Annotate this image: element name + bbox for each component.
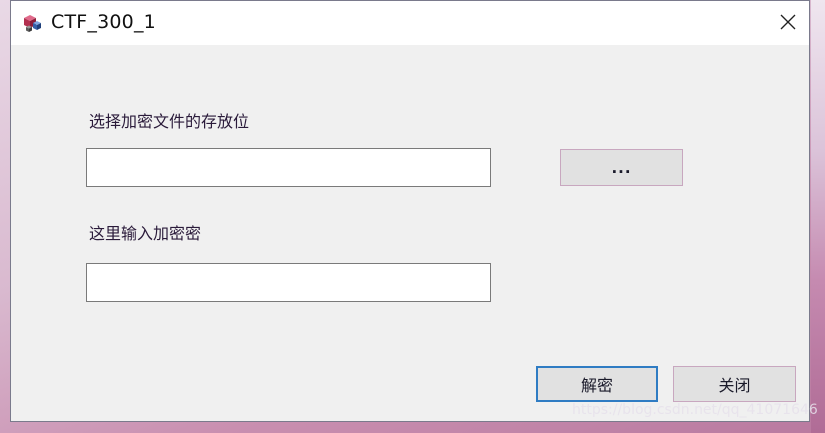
blog-watermark: https://blog.csdn.net/qq_41071646 bbox=[572, 402, 818, 418]
browse-button[interactable]: ... bbox=[560, 149, 683, 186]
key-input[interactable] bbox=[86, 263, 491, 302]
desktop-wallpaper bbox=[811, 0, 825, 433]
close-button[interactable]: 关闭 bbox=[673, 366, 796, 402]
close-window-button[interactable] bbox=[771, 7, 805, 41]
close-icon bbox=[779, 13, 797, 35]
key-label: 这里输入加密密 bbox=[89, 224, 202, 243]
app-cubes-icon bbox=[22, 12, 44, 34]
title-bar[interactable]: CTF_300_1 bbox=[11, 1, 809, 45]
path-label: 选择加密文件的存放位 bbox=[89, 112, 250, 131]
decrypt-button[interactable]: 解密 bbox=[536, 366, 658, 402]
window-title: CTF_300_1 bbox=[51, 11, 156, 33]
dialog-window: CTF_300_1 选择加密文件的存放位 ... 这里输入加密密 解密 关闭 bbox=[10, 0, 810, 422]
file-path-input[interactable] bbox=[86, 148, 491, 187]
